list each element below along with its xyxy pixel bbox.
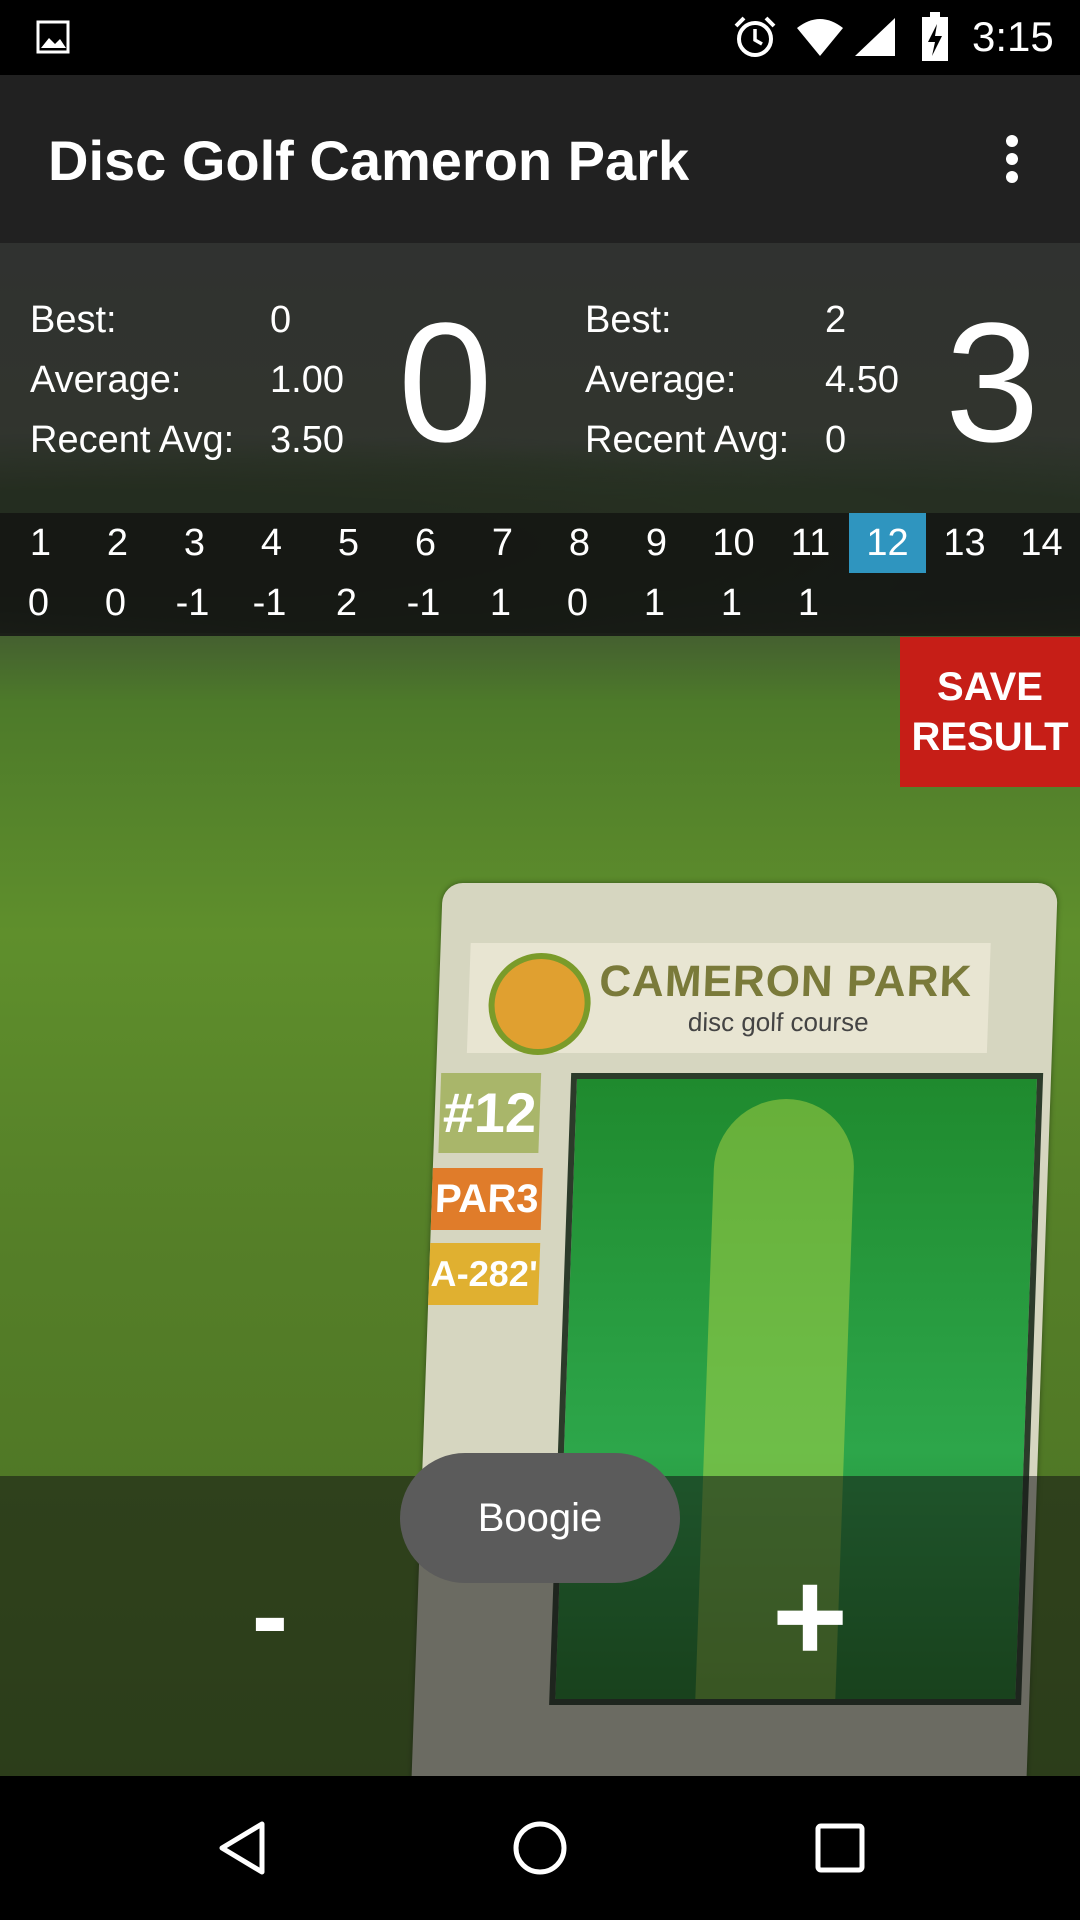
home-icon[interactable] <box>510 1818 570 1878</box>
hole-9-score: 1 <box>643 582 666 624</box>
right-score: 3 <box>945 288 1040 478</box>
right-recent-value: 0 <box>825 419 847 461</box>
wifi-icon <box>797 19 843 56</box>
signal-icon <box>855 18 895 56</box>
overflow-menu-icon[interactable] <box>990 129 1034 189</box>
hole-6[interactable]: 6 <box>387 513 464 573</box>
battery-charging-icon <box>922 12 948 61</box>
recents-icon[interactable] <box>810 1818 870 1878</box>
hole-14[interactable]: 14 <box>1003 513 1080 573</box>
hole-6-score: -1 <box>406 582 441 624</box>
page-title: Disc Golf Cameron Park <box>48 129 690 192</box>
sign-hole-number: #12 <box>438 1073 542 1153</box>
hole-11-score: 1 <box>797 582 820 624</box>
right-recent-label: Recent Avg: <box>585 419 790 461</box>
hole-1-score: 0 <box>27 582 50 624</box>
increment-button[interactable]: + <box>740 1551 880 1686</box>
left-best-value: 0 <box>270 299 292 341</box>
hole-8-score: 0 <box>566 582 589 624</box>
hole-4[interactable]: 4 <box>233 513 310 573</box>
basket-logo-icon <box>486 953 593 1055</box>
back-icon[interactable] <box>212 1818 272 1878</box>
save-result-button[interactable]: SAVE RESULT <box>900 637 1080 787</box>
hole-9[interactable]: 9 <box>618 513 695 573</box>
hole-5-score: 2 <box>335 582 358 624</box>
left-best-label: Best: <box>30 299 117 341</box>
navigation-bar <box>0 1776 1080 1920</box>
save-label: SAVE <box>937 665 1043 709</box>
result-label: RESULT <box>911 715 1069 759</box>
alarm-icon <box>734 16 776 57</box>
left-recent-value: 3.50 <box>270 419 344 461</box>
app-bar: Disc Golf Cameron Park <box>0 75 1080 243</box>
left-score: 0 <box>398 288 493 478</box>
hole-3[interactable]: 3 <box>156 513 233 573</box>
holes-strip: 1 2 3 4 5 6 7 8 9 10 11 12 13 14 0 0 -1 … <box>0 513 1080 636</box>
status-clock: 3:15 <box>972 13 1054 60</box>
hole-13[interactable]: 13 <box>926 513 1003 573</box>
hole-8[interactable]: 8 <box>541 513 618 573</box>
hole-3-score: -1 <box>175 582 210 624</box>
left-average-value: 1.00 <box>270 359 344 401</box>
sign-distance: A-282' <box>428 1243 541 1305</box>
left-recent-label: Recent Avg: <box>30 419 235 461</box>
hole-10-score: 1 <box>720 582 743 624</box>
hole-7-score: 1 <box>489 582 512 624</box>
sign-par: PAR3 <box>430 1168 543 1230</box>
hole-1[interactable]: 1 <box>2 513 79 573</box>
left-average-label: Average: <box>30 359 182 401</box>
hole-7[interactable]: 7 <box>464 513 541 573</box>
sign-title: CAMERON PARK <box>598 957 974 1006</box>
gallery-icon <box>36 20 70 54</box>
right-best-label: Best: <box>585 299 672 341</box>
right-average-label: Average: <box>585 359 737 401</box>
right-best-value: 2 <box>825 299 847 341</box>
hole-5[interactable]: 5 <box>310 513 387 573</box>
status-bar: 3:15 <box>0 0 1080 75</box>
sign-header: CAMERON PARK disc golf course <box>466 943 991 1055</box>
right-average-value: 4.50 <box>825 359 899 401</box>
hole-12-selected[interactable]: 12 <box>849 513 926 573</box>
score-toast: Boogie <box>400 1453 680 1583</box>
hole-2[interactable]: 2 <box>79 513 156 573</box>
decrement-button[interactable]: - <box>200 1561 340 1686</box>
hole-11[interactable]: 11 <box>772 513 849 573</box>
hole-4-score: -1 <box>252 582 287 624</box>
sign-subtitle: disc golf course <box>687 1007 870 1037</box>
stats-panel: Best: 0 Average: 1.00 Recent Avg: 3.50 0… <box>0 243 1080 513</box>
hole-2-score: 0 <box>104 582 127 624</box>
hole-10[interactable]: 10 <box>695 513 772 573</box>
